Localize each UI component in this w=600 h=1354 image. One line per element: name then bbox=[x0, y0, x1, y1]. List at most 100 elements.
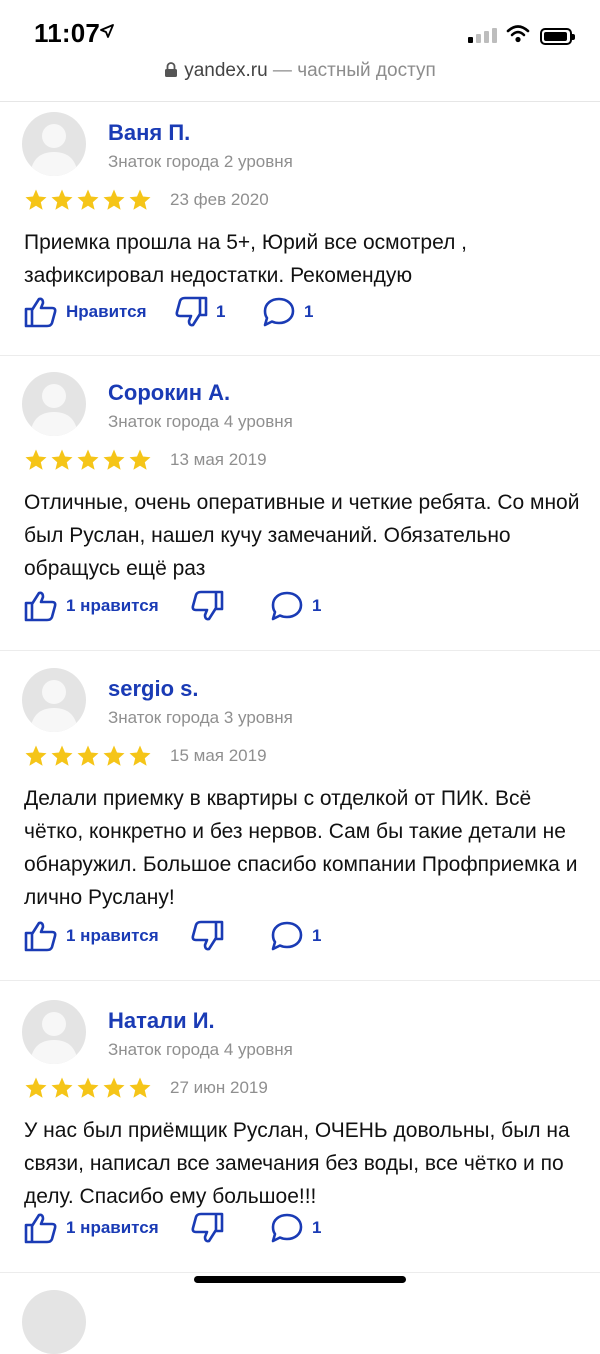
comment-count: 1 bbox=[312, 926, 322, 945]
avatar[interactable] bbox=[22, 1000, 86, 1064]
like-button[interactable]: 1 нравится bbox=[24, 1212, 159, 1244]
thumb-down-icon bbox=[191, 920, 224, 951]
review-actions: 1 нравится 1 bbox=[24, 920, 584, 956]
battery-icon bbox=[540, 28, 575, 45]
star-icon bbox=[77, 1077, 99, 1098]
star-icon bbox=[51, 745, 73, 766]
comment-icon bbox=[271, 591, 303, 621]
avatar[interactable] bbox=[22, 112, 86, 176]
url-host: yandex.ru bbox=[184, 60, 268, 81]
review-date: 27 июн 2019 bbox=[170, 1078, 268, 1097]
star-icon bbox=[51, 1077, 73, 1098]
comment-button[interactable]: 1 bbox=[270, 920, 321, 952]
home-indicator[interactable] bbox=[194, 1276, 406, 1283]
dislike-button[interactable] bbox=[190, 590, 232, 622]
dislike-button[interactable] bbox=[190, 1212, 232, 1244]
signal-icon bbox=[468, 28, 497, 43]
comment-icon bbox=[263, 297, 295, 327]
star-icon bbox=[25, 1077, 47, 1098]
thumb-up-icon bbox=[24, 921, 57, 952]
review-actions: 1 нравится 1 bbox=[24, 590, 584, 626]
header-divider bbox=[0, 101, 600, 102]
location-arrow-icon bbox=[100, 24, 114, 38]
avatar[interactable] bbox=[22, 668, 86, 732]
review-divider bbox=[0, 980, 600, 981]
url-privacy-note: — частный доступ bbox=[267, 60, 436, 81]
address-bar[interactable]: yandex.ru — частный доступ bbox=[0, 60, 600, 102]
star-icon bbox=[129, 1077, 151, 1098]
rating-stars bbox=[24, 744, 152, 768]
review-actions: Нравится 1 1 bbox=[24, 296, 584, 332]
comment-button[interactable]: 1 bbox=[262, 296, 313, 328]
comment-count: 1 bbox=[312, 596, 322, 615]
rating-stars bbox=[24, 448, 152, 472]
comment-icon bbox=[271, 921, 303, 951]
like-label: 1 нравится bbox=[66, 926, 159, 945]
star-icon bbox=[103, 189, 125, 210]
review-date: 23 фев 2020 bbox=[170, 190, 269, 209]
review-text: Отличные, очень оперативные и четкие реб… bbox=[24, 491, 580, 580]
rating-stars bbox=[24, 188, 152, 212]
like-button[interactable]: 1 нравится bbox=[24, 590, 159, 622]
star-icon bbox=[103, 745, 125, 766]
clock: 11:07 bbox=[34, 18, 101, 48]
reviewer-name[interactable]: Натали И. bbox=[108, 1008, 215, 1034]
thumb-down-icon bbox=[175, 296, 208, 327]
review-date: 13 мая 2019 bbox=[170, 450, 267, 469]
comment-button[interactable]: 1 bbox=[270, 590, 321, 622]
review-text: У нас был приёмщик Руслан, ОЧЕНЬ довольн… bbox=[24, 1119, 570, 1208]
star-icon bbox=[77, 745, 99, 766]
star-icon bbox=[129, 745, 151, 766]
review-text: Приемка прошла на 5+, Юрий все осмотрел … bbox=[24, 231, 468, 287]
lock-icon bbox=[165, 62, 178, 77]
avatar[interactable] bbox=[22, 1290, 86, 1354]
review-divider bbox=[0, 1272, 600, 1273]
review-actions: 1 нравится 1 bbox=[24, 1212, 584, 1248]
review-text: Делали приемку в квартиры с отделкой от … bbox=[24, 787, 578, 909]
like-label: Нравится bbox=[66, 302, 147, 321]
comment-icon bbox=[271, 1213, 303, 1243]
avatar-placeholder-icon bbox=[30, 384, 78, 436]
star-icon bbox=[103, 449, 125, 470]
reviewer-name[interactable]: sergio s. bbox=[108, 676, 198, 702]
rating-stars bbox=[24, 1076, 152, 1100]
reviewer-rank: Знаток города 3 уровня bbox=[108, 708, 293, 727]
thumb-up-icon bbox=[24, 1213, 57, 1244]
like-label: 1 нравится bbox=[66, 1218, 159, 1237]
comment-count: 1 bbox=[312, 1218, 322, 1237]
like-button[interactable]: Нравится bbox=[24, 296, 147, 328]
review-date: 15 мая 2019 bbox=[170, 746, 267, 765]
thumb-up-icon bbox=[24, 297, 57, 328]
star-icon bbox=[51, 449, 73, 470]
avatar-placeholder-icon bbox=[30, 124, 78, 176]
like-label: 1 нравится bbox=[66, 596, 159, 615]
reviewer-rank: Знаток города 4 уровня bbox=[108, 1040, 293, 1059]
dislike-button[interactable] bbox=[190, 920, 232, 952]
dislike-count: 1 bbox=[216, 302, 226, 321]
star-icon bbox=[77, 449, 99, 470]
avatar-placeholder-icon bbox=[30, 680, 78, 732]
reviewer-rank: Знаток города 2 уровня bbox=[108, 152, 293, 171]
star-icon bbox=[25, 189, 47, 210]
like-button[interactable]: 1 нравится bbox=[24, 920, 159, 952]
avatar-placeholder-icon bbox=[30, 1012, 78, 1064]
review-divider bbox=[0, 650, 600, 651]
star-icon bbox=[129, 449, 151, 470]
wifi-icon bbox=[506, 25, 530, 43]
reviewer-name[interactable]: Сорокин А. bbox=[108, 380, 230, 406]
comment-button[interactable]: 1 bbox=[270, 1212, 321, 1244]
star-icon bbox=[103, 1077, 125, 1098]
avatar[interactable] bbox=[22, 372, 86, 436]
dislike-button[interactable]: 1 bbox=[174, 296, 225, 328]
reviewer-name[interactable]: Ваня П. bbox=[108, 120, 190, 146]
star-icon bbox=[77, 189, 99, 210]
star-icon bbox=[25, 745, 47, 766]
star-icon bbox=[129, 189, 151, 210]
comment-count: 1 bbox=[304, 302, 314, 321]
star-icon bbox=[51, 189, 73, 210]
reviewer-rank: Знаток города 4 уровня bbox=[108, 412, 293, 431]
thumb-down-icon bbox=[191, 1212, 224, 1243]
thumb-up-icon bbox=[24, 591, 57, 622]
status-bar: 11:07 bbox=[0, 0, 600, 60]
star-icon bbox=[25, 449, 47, 470]
